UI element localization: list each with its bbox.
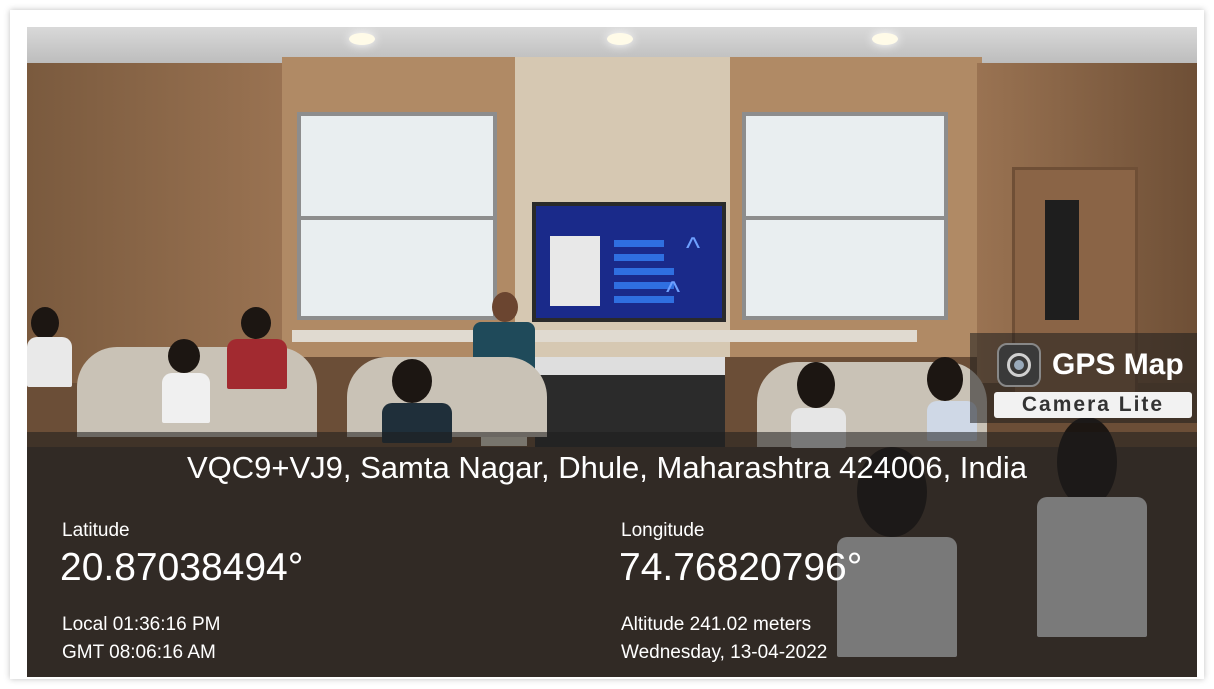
latitude-value: 20.87038494°: [60, 546, 304, 589]
app-logo-subtitle: Camera Lite: [994, 392, 1192, 418]
whiteboard-right: [742, 112, 948, 320]
address-text: VQC9+VJ9, Samta Nagar, Dhule, Maharashtr…: [186, 450, 1028, 485]
app-logo-title: GPS Map: [1052, 348, 1184, 381]
ceiling-light: [607, 33, 633, 45]
latitude-label: Latitude: [62, 520, 130, 541]
longitude-label: Longitude: [621, 520, 705, 541]
longitude-value: 74.76820796°: [619, 546, 863, 589]
ceiling-light: [349, 33, 375, 45]
gmt-time: GMT 08:06:16 AM: [62, 642, 216, 663]
date-text: Wednesday, 13-04-2022: [621, 642, 828, 663]
presentation-screen: ^ ^: [532, 202, 726, 322]
whiteboard-left: [297, 112, 497, 320]
local-time: Local 01:36:16 PM: [62, 614, 221, 635]
board-ledge: [292, 330, 917, 342]
ceiling-light: [872, 33, 898, 45]
camera-lens-icon: [997, 343, 1041, 387]
altitude-text: Altitude 241.02 meters: [621, 614, 812, 635]
